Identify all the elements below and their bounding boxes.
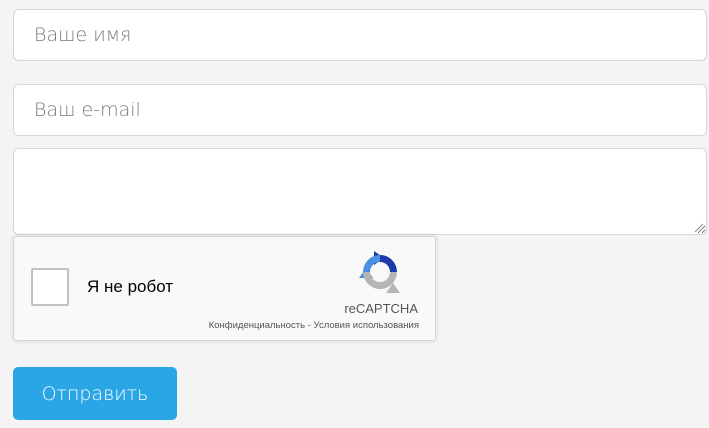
privacy-link[interactable]: Конфиденциальность — [209, 320, 305, 331]
recaptcha-checkbox[interactable] — [31, 268, 69, 306]
recaptcha-logo-icon — [359, 251, 400, 293]
recaptcha-label: Я не робот — [87, 277, 174, 296]
submit-button[interactable]: Отправить — [13, 367, 177, 420]
recaptcha-links: Конфиденциальность - Условия использован… — [209, 320, 419, 331]
message-textarea[interactable] — [13, 148, 707, 235]
links-separator: - — [305, 320, 314, 331]
recaptcha-brand: reCAPTCHA — [344, 301, 418, 316]
email-field[interactable] — [13, 84, 707, 136]
recaptcha-widget: Я не робот reCAPTCHA Конфиденциальность … — [13, 236, 436, 341]
terms-link[interactable]: Условия использования — [314, 320, 419, 331]
name-field[interactable] — [13, 9, 707, 61]
